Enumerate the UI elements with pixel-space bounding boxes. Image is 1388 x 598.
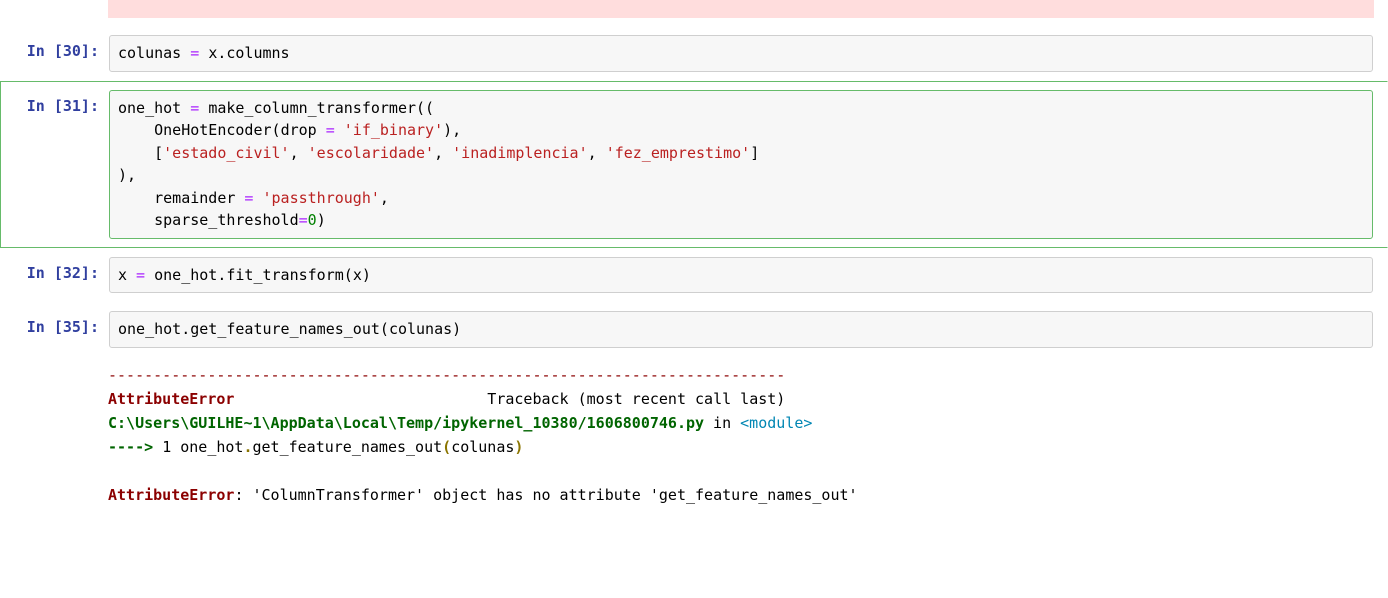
traceback-code: one_hot [180,438,243,456]
code-token: remainder [154,189,235,207]
code-token [118,121,154,139]
error-banner [108,0,1374,18]
code-token: colunas [118,44,181,62]
code-token: ), [118,166,136,184]
code-token: = [317,121,344,139]
traceback-code: ( [442,438,451,456]
code-token: drop [281,121,317,139]
code-token: = [299,211,308,229]
code-token: 0 [308,211,317,229]
code-token: x [353,266,362,284]
traceback-final-error-name: AttributeError [108,486,234,504]
code-token: ] [750,144,759,162]
code-token: one_hot [154,266,217,284]
code-token: , [588,144,606,162]
code-token: , [290,144,308,162]
code-cell[interactable]: In [30]: colunas = x.columns [0,26,1388,81]
output-cell: ----------------------------------------… [0,357,1388,509]
code-token: , [434,144,452,162]
code-box[interactable]: one_hot.get_feature_names_out(colunas) [109,311,1373,348]
code-token: = [181,44,208,62]
input-area[interactable]: x = one_hot.fit_transform(x) [109,257,1373,294]
traceback-separator: ----------------------------------------… [108,366,785,384]
traceback-error-message: : 'ColumnTransformer' object has no attr… [234,486,857,504]
input-area[interactable]: one_hot.get_feature_names_out(colunas) [109,311,1373,348]
code-token: , [380,189,389,207]
code-box[interactable]: one_hot = make_column_transformer(( OneH… [109,90,1373,239]
traceback-label: Traceback (most recent call last) [234,390,785,408]
code-token: one_hot [118,99,181,117]
code-token: = [127,266,154,284]
code-token: columns [226,44,289,62]
traceback-code: . [243,438,252,456]
code-token: 'passthrough' [263,189,380,207]
traceback-code: get_feature_names_out [253,438,443,456]
code-token: = [235,189,262,207]
code-token: ( [272,121,281,139]
code-cell[interactable]: In [35]: one_hot.get_feature_names_out(c… [0,302,1388,357]
input-prompt: In [32]: [1,257,109,294]
code-token: fit_transform [226,266,343,284]
code-token: ( [344,266,353,284]
code-cell-selected[interactable]: In [31]: one_hot = make_column_transform… [0,81,1388,248]
code-token: (( [416,99,434,117]
code-token: x [118,266,127,284]
traceback-arrow: ----> [108,438,162,456]
input-prompt: In [35]: [1,311,109,348]
code-token: colunas [389,320,452,338]
traceback-output: ----------------------------------------… [108,361,1374,509]
code-token: sparse_threshold [154,211,299,229]
code-token: x [208,44,217,62]
code-token: 'if_binary' [344,121,443,139]
code-token: 'fez_emprestimo' [606,144,751,162]
code-token: ) [317,211,326,229]
code-token [118,211,154,229]
traceback-in: in [704,414,740,432]
traceback-linenum: 1 [162,438,180,456]
code-box[interactable]: colunas = x.columns [109,35,1373,72]
code-token: [ [154,144,163,162]
traceback-module: <module> [740,414,812,432]
code-token: make_column_transformer [208,99,416,117]
code-token: = [181,99,208,117]
traceback-path: C:\Users\GUILHE~1\AppData\Local\Temp/ipy… [108,414,704,432]
code-cell[interactable]: In [32]: x = one_hot.fit_transform(x) [0,248,1388,303]
input-prompt: In [31]: [1,90,109,239]
traceback-error-name: AttributeError [108,390,234,408]
code-token: ) [362,266,371,284]
code-token [118,189,154,207]
output-prompt [0,361,108,509]
code-token [118,144,154,162]
code-box[interactable]: x = one_hot.fit_transform(x) [109,257,1373,294]
code-token: ), [443,121,461,139]
code-token: ) [452,320,461,338]
code-token: one_hot [118,320,181,338]
traceback-code: ) [514,438,523,456]
notebook: In [30]: colunas = x.columns In [31]: on… [0,0,1388,509]
input-area[interactable]: one_hot = make_column_transformer(( OneH… [109,90,1373,239]
code-token: 'inadimplencia' [452,144,587,162]
code-token: 'estado_civil' [163,144,289,162]
code-token: OneHotEncoder [154,121,271,139]
code-token: 'escolaridade' [308,144,434,162]
input-prompt: In [30]: [1,35,109,72]
traceback-code: colunas [451,438,514,456]
input-area[interactable]: colunas = x.columns [109,35,1373,72]
code-token: ( [380,320,389,338]
code-token: . [181,320,190,338]
code-token: get_feature_names_out [190,320,380,338]
